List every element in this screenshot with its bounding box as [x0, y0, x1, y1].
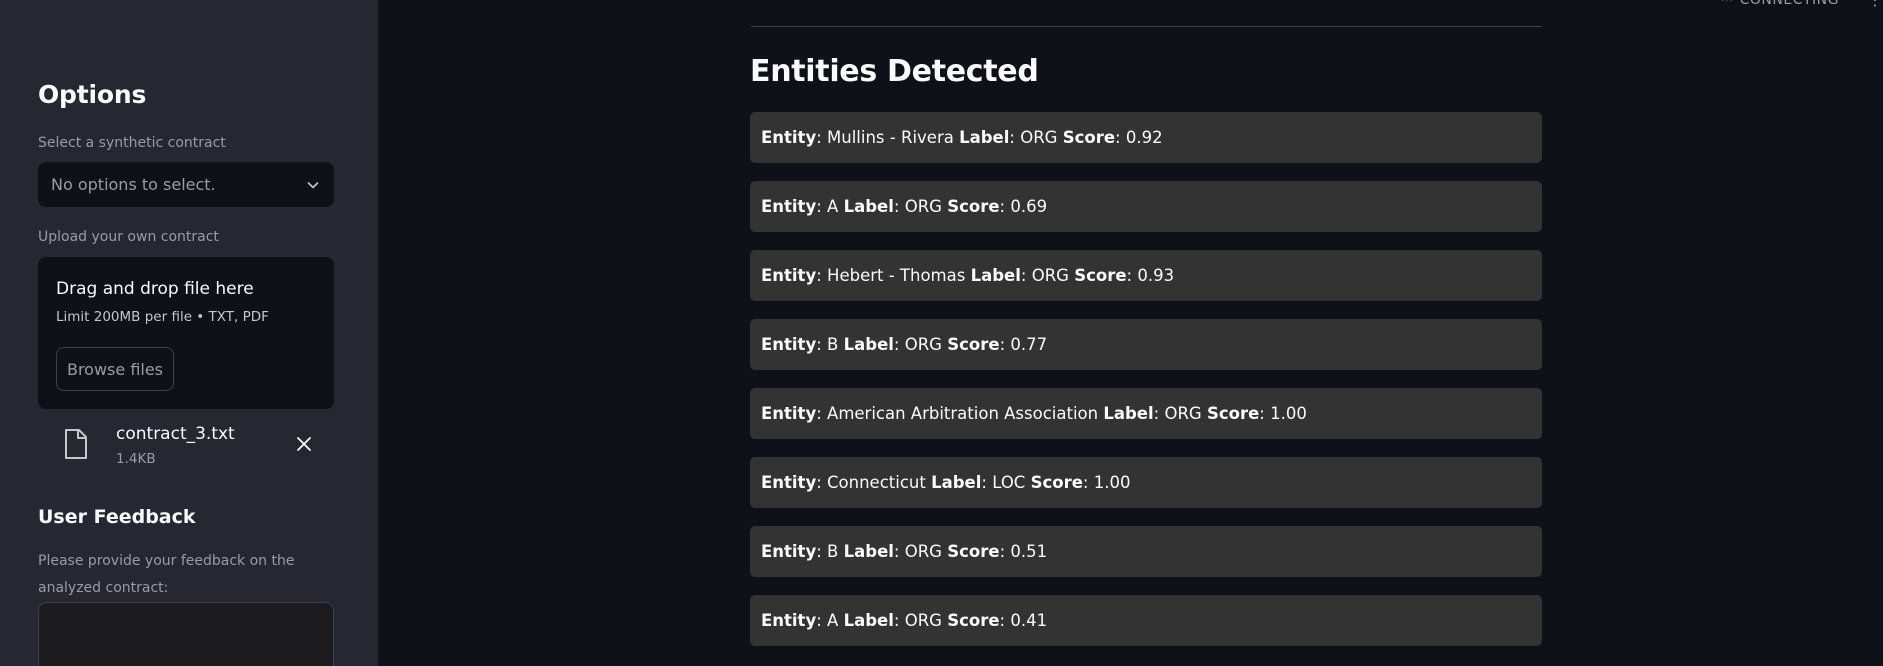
dropzone-title: Drag and drop file here: [56, 279, 254, 299]
main-content: ··· CONNECTING ⋮ Entities Detected Entit…: [378, 0, 1883, 666]
entity-key: Entity: [761, 404, 817, 423]
feedback-help: Please provide your feedback on the anal…: [38, 553, 295, 596]
label-value: ORG: [1031, 266, 1069, 285]
entity-item: Entity: Hebert - Thomas Label: ORG Score…: [750, 250, 1542, 301]
entity-value: A: [827, 611, 839, 630]
entity-key: Entity: [761, 473, 817, 492]
score-key: Score: [947, 611, 1000, 630]
label-value: ORG: [904, 335, 942, 354]
entity-key: Entity: [761, 266, 817, 285]
label-key: Label: [970, 266, 1021, 285]
label-value: ORG: [1164, 404, 1202, 423]
score-key: Score: [1062, 128, 1116, 147]
feedback-title: User Feedback: [38, 506, 196, 528]
label-key: Label: [959, 128, 1010, 147]
entity-value: Hebert - Thomas: [827, 266, 966, 285]
chevron-down-icon: [307, 181, 319, 188]
entity-value: American Arbitration Association: [827, 404, 1099, 423]
label-key: Label: [843, 197, 894, 216]
entity-item: Entity: B Label: ORG Score: 0.77: [750, 319, 1542, 370]
entity-list: Entity: Mullins - Rivera Label: ORG Scor…: [750, 112, 1542, 664]
browse-files-button[interactable]: Browse files: [56, 347, 174, 391]
contract-select[interactable]: No options to select.: [38, 162, 334, 207]
score-key: Score: [1030, 473, 1083, 492]
score-value: 0.92: [1125, 128, 1163, 147]
status-text: CONNECTING: [1739, 0, 1839, 8]
entity-key: Entity: [761, 611, 817, 630]
file-name: contract_3.txt: [116, 424, 235, 444]
label-key: Label: [843, 542, 894, 561]
score-key: Score: [1074, 266, 1127, 285]
entity-value: A: [827, 197, 839, 216]
entity-item: Entity: B Label: ORG Score: 0.51: [750, 526, 1542, 577]
score-key: Score: [947, 335, 1000, 354]
label-value: ORG: [904, 611, 942, 630]
label-key: Label: [843, 611, 894, 630]
score-value: 0.41: [1010, 611, 1048, 630]
score-value: 1.00: [1270, 404, 1307, 423]
label-value: ORG: [904, 542, 942, 561]
score-key: Score: [947, 197, 1000, 216]
status-dots-icon: ···: [1720, 0, 1734, 7]
select-label: Select a synthetic contract: [38, 135, 226, 151]
select-value: No options to select.: [51, 175, 216, 194]
score-value: 0.69: [1010, 197, 1048, 216]
feedback-textarea[interactable]: [38, 602, 334, 666]
sidebar-title: Options: [38, 80, 147, 109]
menu-dots-icon[interactable]: ⋮: [1867, 0, 1883, 9]
entity-item: Entity: A Label: ORG Score: 0.41: [750, 595, 1542, 646]
entity-item: Entity: American Arbitration Association…: [750, 388, 1542, 439]
score-key: Score: [1206, 404, 1260, 423]
score-value: 1.00: [1093, 473, 1131, 492]
close-icon[interactable]: [295, 435, 313, 453]
entity-item: Entity: A Label: ORG Score: 0.69: [750, 181, 1542, 232]
entity-value: B: [827, 335, 839, 354]
entity-value: B: [827, 542, 839, 561]
label-value: ORG: [904, 197, 942, 216]
dropzone-limit: Limit 200MB per file • TXT, PDF: [56, 309, 269, 325]
divider: [751, 26, 1542, 27]
entity-key: Entity: [761, 335, 817, 354]
entity-item: Entity: Mullins - Rivera Label: ORG Scor…: [750, 112, 1542, 163]
page-title: Entities Detected: [750, 54, 1039, 89]
entity-key: Entity: [761, 542, 817, 561]
sidebar: Options Select a synthetic contract No o…: [0, 0, 378, 666]
label-value: ORG: [1020, 128, 1058, 147]
entity-key: Entity: [761, 197, 817, 216]
label-key: Label: [843, 335, 894, 354]
file-size: 1.4KB: [116, 451, 156, 467]
entity-value: Mullins - Rivera: [827, 128, 954, 147]
score-value: 0.77: [1010, 335, 1048, 354]
entity-value: Connecticut: [827, 473, 926, 492]
score-value: 0.51: [1010, 542, 1048, 561]
file-icon: [65, 429, 87, 459]
file-dropzone[interactable]: Drag and drop file here Limit 200MB per …: [38, 257, 334, 409]
entity-key: Entity: [761, 128, 817, 147]
connection-status: ··· CONNECTING: [1721, 0, 1839, 8]
label-value: LOC: [992, 473, 1026, 492]
uploaded-file: contract_3.txt 1.4KB: [38, 420, 334, 476]
entity-item: Entity: Connecticut Label: LOC Score: 1.…: [750, 457, 1542, 508]
app-root: Options Select a synthetic contract No o…: [0, 0, 1883, 666]
label-key: Label: [931, 473, 982, 492]
upload-label: Upload your own contract: [38, 229, 219, 245]
label-key: Label: [1103, 404, 1154, 423]
score-key: Score: [947, 542, 1000, 561]
score-value: 0.93: [1137, 266, 1175, 285]
